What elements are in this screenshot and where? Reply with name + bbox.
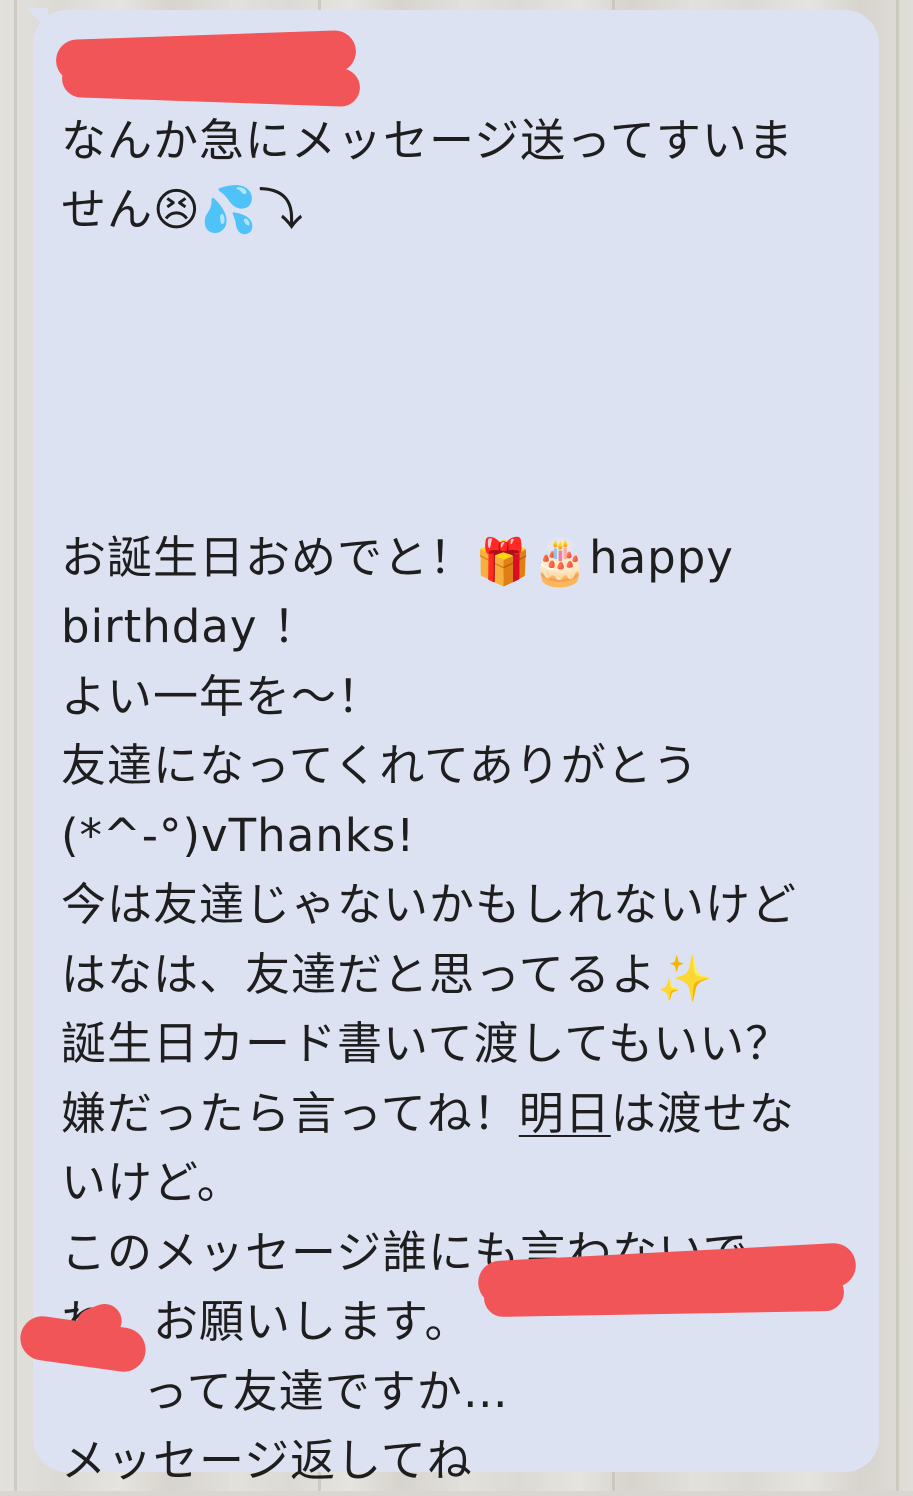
hanaha-line: はなは、友達だと思ってるよ✨ [61,940,841,1010]
card-line: 誕生日カード書いて渡してもいい？ [61,1017,792,1070]
sparkles-icon: ✨ [656,951,714,1005]
dislike-text: 嫌だったら言ってね！ [61,1086,519,1140]
thanks-line: (*^-°)vThanks! [61,808,416,862]
reply-line: メッセージ返してね [61,1434,473,1487]
message-line-1: なんか急にメッセージ送ってすいま [61,113,794,167]
year-line: よい一年を〜！ [61,669,384,723]
wood-seam [896,0,899,1491]
dislike-line: 嫌だったら言ってね！明日は渡せな [61,1079,841,1149]
gift-cake-icon: 🎁🎂 [475,534,590,588]
message-line-2: せん😣💦⤵ [61,183,304,236]
dislike-suffix: は渡せな [610,1086,795,1140]
birthday-line-2: birthday ！ [61,600,319,653]
happy-text: happy [589,530,734,584]
friend-question-line: って友達ですか… [143,1364,509,1418]
redaction-mark [483,1272,845,1318]
birthday-text: お誕生日おめでと！ [61,530,476,584]
but-line: いけど。 [61,1156,243,1209]
friends-line: 友達になってくれてありがとう [61,739,699,792]
birthday-line-1: お誕生日おめでと！🎁🎂happy [61,523,841,593]
now-line: 今は友達じゃないかもしれないけど [61,878,798,931]
hanaha-text: はなは、友達だと思ってるよ [61,947,657,1001]
wood-seam [14,0,17,1491]
tomorrow-link[interactable]: 明日 [519,1087,611,1140]
